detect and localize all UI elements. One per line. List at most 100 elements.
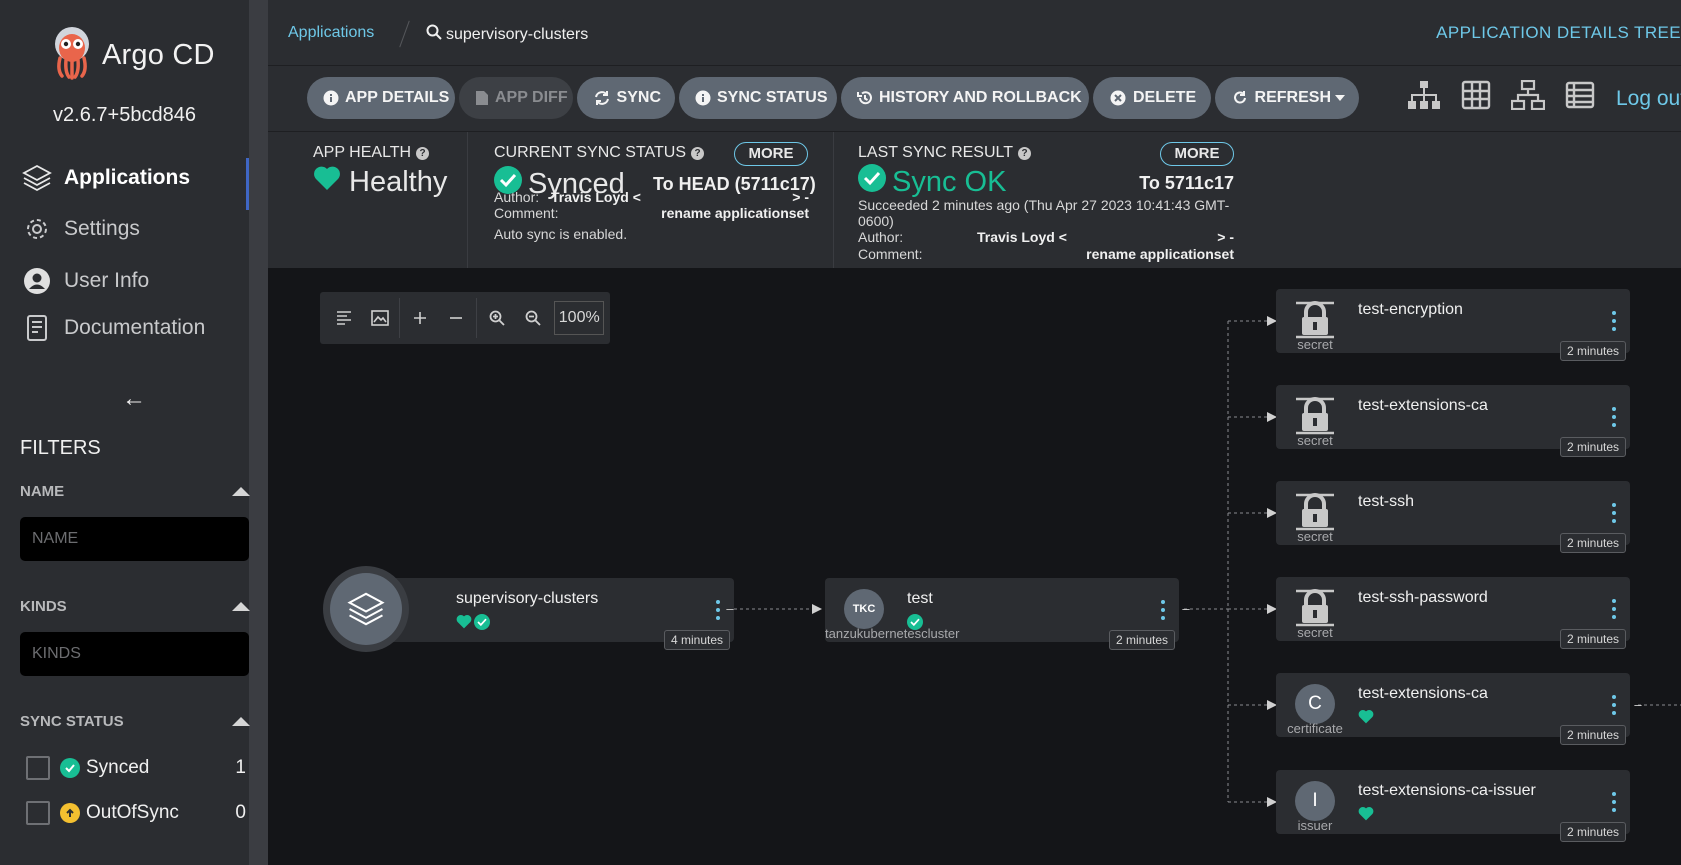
align-left-icon[interactable]	[326, 300, 362, 336]
help-icon[interactable]: ?	[416, 146, 430, 160]
tree-node-secret[interactable]: test-encryption secret 2 minutes	[1276, 289, 1630, 361]
gear-icon	[20, 212, 54, 246]
last-sync-comment-label: Comment:	[858, 246, 923, 262]
search-icon	[426, 24, 442, 45]
current-sync-comment-label: Comment:	[494, 205, 559, 221]
last-sync-value: Sync OK	[892, 165, 1007, 198]
minus-icon[interactable]	[438, 300, 474, 336]
checkbox[interactable]	[26, 756, 50, 780]
sync-button[interactable]: SYNC	[577, 77, 675, 119]
breadcrumb-separator	[399, 20, 410, 48]
node-age: 2 minutes	[1108, 630, 1175, 650]
sidebar-item-user-info[interactable]: User Info	[20, 261, 249, 301]
collapse-sidebar-button[interactable]: ←	[122, 385, 146, 413]
sidebar-item-documentation[interactable]: Documentation	[20, 308, 249, 348]
node-status-badges	[1358, 806, 1374, 826]
logout-link[interactable]: Log out	[1616, 87, 1681, 111]
stack-icon	[330, 573, 402, 645]
tree-node-secret[interactable]: test-ssh-password secret 2 minutes	[1276, 577, 1630, 649]
refresh-button[interactable]: REFRESH	[1215, 77, 1359, 119]
node-status-badges	[456, 614, 490, 635]
list-view-icon[interactable]	[1565, 81, 1595, 114]
arrow-up-circle-icon	[60, 803, 80, 823]
kinds-filter-label: KINDS	[20, 598, 67, 615]
history-rollback-button[interactable]: HISTORY AND ROLLBACK	[841, 77, 1089, 119]
sync-status-button[interactable]: SYNC STATUS	[679, 77, 837, 119]
last-sync-label: LAST SYNC RESULT?	[858, 144, 1032, 162]
node-name: test-extensions-ca	[1358, 685, 1488, 702]
resource-tree-canvas[interactable]: 100% supervisory-clusters 4 minutes – TK…	[268, 268, 1681, 865]
checkbox[interactable]	[26, 801, 50, 825]
node-menu-icon[interactable]	[1612, 407, 1616, 431]
pods-view-icon[interactable]	[1461, 80, 1491, 115]
network-view-icon[interactable]	[1510, 79, 1546, 115]
sidebar-item-label: User Info	[64, 269, 150, 292]
zoom-in-icon[interactable]	[479, 300, 515, 336]
sidebar: Argo CD v2.6.7+5bcd846 Applications Sett…	[0, 0, 268, 865]
button-label: REFRESH	[1254, 89, 1331, 106]
collapse-icon[interactable]: –	[1180, 602, 1192, 615]
fit-image-icon[interactable]	[362, 300, 398, 336]
app-diff-button[interactable]: APP DIFF	[459, 77, 573, 119]
button-label: APP DIFF	[495, 89, 568, 106]
last-sync-more-button[interactable]: MORE	[1160, 142, 1234, 166]
sidebar-item-applications[interactable]: Applications	[20, 158, 249, 210]
help-icon[interactable]: ?	[691, 146, 705, 160]
sidebar-item-label: Documentation	[64, 316, 206, 339]
file-icon	[475, 89, 489, 107]
node-age: 2 minutes	[1559, 629, 1626, 649]
node-menu-icon[interactable]	[1612, 792, 1616, 816]
current-sync-label-text: CURRENT SYNC STATUS	[494, 144, 687, 161]
node-menu-icon[interactable]	[1612, 503, 1616, 527]
kinds-filter-input[interactable]	[20, 632, 249, 676]
node-menu-icon[interactable]	[716, 600, 720, 624]
node-menu-icon[interactable]	[1612, 695, 1616, 719]
breadcrumb-applications[interactable]: Applications	[288, 24, 374, 42]
node-menu-icon[interactable]	[1612, 599, 1616, 623]
collapse-icon[interactable]: –	[724, 602, 736, 615]
tree-node-certificate[interactable]: C test-extensions-ca certificate 2 minut…	[1276, 673, 1630, 745]
user-icon	[20, 264, 54, 298]
node-menu-icon[interactable]	[1612, 311, 1616, 335]
kinds-filter-header[interactable]: KINDS	[20, 598, 250, 615]
app-details-button[interactable]: APP DETAILS	[307, 77, 455, 119]
sync-filter-outofsync[interactable]: OutOfSync 0	[26, 800, 246, 826]
plus-icon[interactable]	[402, 300, 438, 336]
sidebar-item-settings[interactable]: Settings	[20, 209, 249, 249]
sync-filter-label: OutOfSync	[86, 802, 179, 823]
node-name: test-extensions-ca	[1358, 397, 1488, 414]
auto-sync-note: Auto sync is enabled.	[494, 226, 628, 242]
tree-node-issuer[interactable]: I test-extensions-ca-issuer issuer 2 min…	[1276, 770, 1630, 842]
tree-node-application[interactable]: supervisory-clusters 4 minutes	[323, 566, 734, 652]
node-kind: certificate	[1287, 721, 1343, 736]
node-kind: tanzukubernetescluster	[825, 626, 960, 641]
sync-status-filter-header[interactable]: SYNC STATUS	[20, 713, 250, 730]
zoom-out-icon[interactable]	[515, 300, 551, 336]
top-bar: Applications supervisory-clusters APPLIC…	[268, 0, 1681, 66]
info-icon	[323, 89, 339, 107]
last-sync-label-text: LAST SYNC RESULT	[858, 144, 1014, 161]
help-icon[interactable]: ?	[1018, 146, 1032, 160]
node-menu-icon[interactable]	[1161, 600, 1165, 624]
collapse-triangle-icon	[232, 602, 250, 611]
current-sync-comment: rename applicationset	[661, 205, 809, 221]
delete-button[interactable]: DELETE	[1093, 77, 1211, 119]
tree-node-secret[interactable]: test-extensions-ca secret 2 minutes	[1276, 385, 1630, 457]
tree-view-icon[interactable]	[1407, 80, 1441, 115]
tree-node-tanzukubernetescluster[interactable]: TKC test tanzukubernetescluster 2 minute…	[825, 578, 1179, 650]
tree-node-secret[interactable]: test-ssh secret 2 minutes	[1276, 481, 1630, 553]
node-name: test	[907, 590, 933, 607]
collapse-triangle-icon	[232, 487, 250, 496]
logo[interactable]: Argo CD	[50, 26, 215, 85]
app-health-value: Healthy	[349, 165, 448, 198]
page-title: APPLICATION DETAILS TREE	[1436, 23, 1681, 42]
name-filter-header[interactable]: NAME	[20, 483, 250, 500]
heart-icon	[1358, 709, 1374, 729]
current-sync-more-button[interactable]: MORE	[734, 142, 808, 166]
sync-filter-synced[interactable]: Synced 1	[26, 755, 246, 781]
last-sync-author-tail: > -	[1217, 229, 1234, 245]
arrow-left-icon: ←	[122, 385, 146, 412]
node-name: test-ssh	[1358, 493, 1415, 510]
name-filter-input[interactable]	[20, 517, 249, 561]
collapse-icon[interactable]: –	[1632, 698, 1644, 711]
